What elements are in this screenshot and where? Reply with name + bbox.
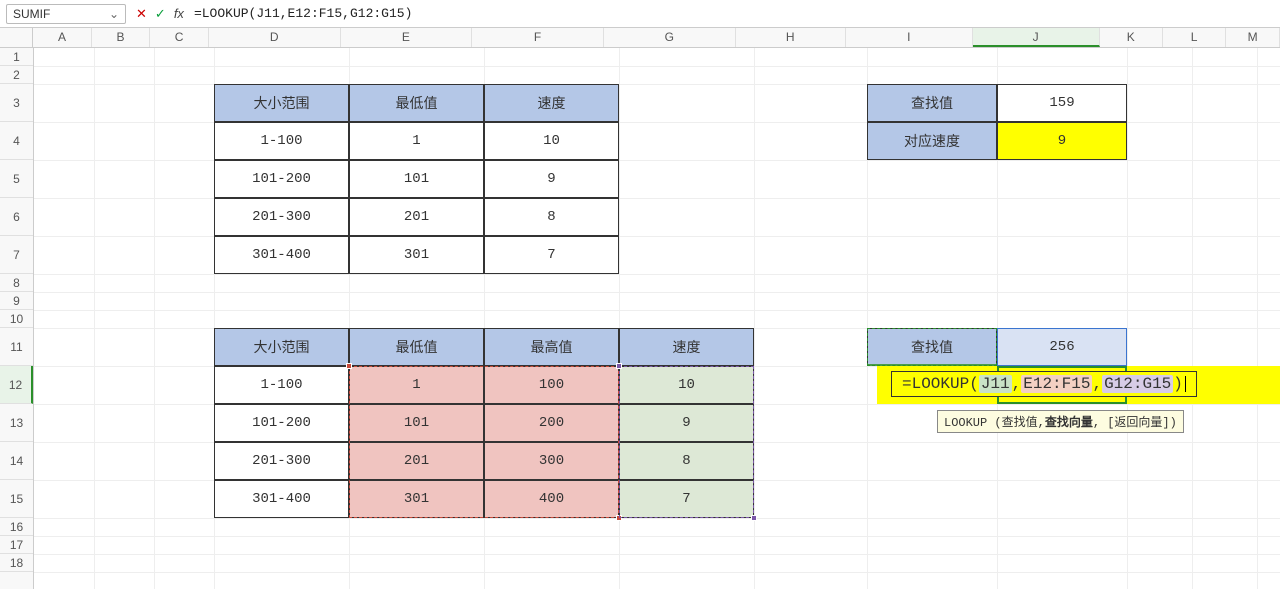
table2-cell[interactable]: 10 [619,366,754,404]
spreadsheet[interactable]: ABCDEFGHIJKLM 12345678910111213141516171… [0,28,1280,589]
row-header-9[interactable]: 9 [0,292,33,310]
row-headers: 123456789101112131415161718 [0,48,34,589]
chevron-down-icon[interactable]: ⌄ [109,7,119,21]
lookup2-label-find: 查找值 [867,328,997,366]
column-header-F[interactable]: F [472,28,604,47]
column-header-L[interactable]: L [1163,28,1226,47]
table2-cell[interactable]: 300 [484,442,619,480]
column-header-J[interactable]: J [973,28,1100,47]
fx-icon[interactable]: fx [174,6,184,21]
table1-cell[interactable]: 9 [484,160,619,198]
formula-overlay[interactable]: =LOOKUP(J11,E12:F15,G12:G15) [891,371,1197,397]
column-header-H[interactable]: H [736,28,846,47]
lookup1-value-result[interactable]: 9 [997,122,1127,160]
row-header-16[interactable]: 16 [0,518,33,536]
accept-formula-icon[interactable]: ✓ [155,6,166,22]
table2-cell[interactable]: 7 [619,480,754,518]
formula-arg-g12g15: G12:G15 [1102,375,1173,393]
table2-cell[interactable]: 201-300 [214,442,349,480]
table2-cell[interactable]: 200 [484,404,619,442]
table1-cell[interactable]: 201 [349,198,484,236]
column-header-E[interactable]: E [341,28,473,47]
row-header-18[interactable]: 18 [0,554,33,572]
formula-text: =LOOKUP( [902,375,979,393]
row-header-4[interactable]: 4 [0,122,33,160]
row-header-14[interactable]: 14 [0,442,33,480]
select-all-corner[interactable] [0,28,33,47]
table1-cell[interactable]: 1-100 [214,122,349,160]
row-header-2[interactable]: 2 [0,66,33,84]
row-header-13[interactable]: 13 [0,404,33,442]
column-headers: ABCDEFGHIJKLM [0,28,1280,48]
cell-canvas[interactable]: 大小范围最低值速度1-100110101-2001019201-30020183… [34,48,1280,589]
column-header-G[interactable]: G [604,28,736,47]
table1-header: 大小范围 [214,84,349,122]
table2-cell[interactable]: 9 [619,404,754,442]
formula-input[interactable] [192,5,1274,22]
table1-header: 速度 [484,84,619,122]
lookup2-value-find[interactable]: 256 [997,328,1127,366]
table2-cell[interactable]: 101 [349,404,484,442]
table2-cell[interactable]: 301-400 [214,480,349,518]
table1-cell[interactable]: 201-300 [214,198,349,236]
row-header-6[interactable]: 6 [0,198,33,236]
table2-header: 最低值 [349,328,484,366]
formula-bar: SUMIF ⌄ ✕ ✓ fx [0,0,1280,28]
row-header-8[interactable]: 8 [0,274,33,292]
table2-cell[interactable]: 1-100 [214,366,349,404]
table2-cell[interactable]: 201 [349,442,484,480]
cancel-formula-icon[interactable]: ✕ [136,6,147,22]
table1-cell[interactable]: 301 [349,236,484,274]
row-header-17[interactable]: 17 [0,536,33,554]
lookup1-label-result: 对应速度 [867,122,997,160]
formula-arg-e12f15: E12:F15 [1021,375,1092,393]
table2-cell[interactable]: 400 [484,480,619,518]
table2-header: 最高值 [484,328,619,366]
table2-cell[interactable]: 101-200 [214,404,349,442]
table1-cell[interactable]: 10 [484,122,619,160]
row-header-5[interactable]: 5 [0,160,33,198]
row-header-7[interactable]: 7 [0,236,33,274]
row-header-11[interactable]: 11 [0,328,33,366]
row-header-3[interactable]: 3 [0,84,33,122]
table2-header: 大小范围 [214,328,349,366]
row-header-10[interactable]: 10 [0,310,33,328]
table2-header: 速度 [619,328,754,366]
column-header-D[interactable]: D [209,28,341,47]
table1-cell[interactable]: 101 [349,160,484,198]
formula-buttons: ✕ ✓ fx [136,6,184,22]
lookup1-label-find: 查找值 [867,84,997,122]
row-header-12[interactable]: 12 [0,366,33,404]
row-header-15[interactable]: 15 [0,480,33,518]
name-box-text: SUMIF [13,7,50,21]
table2-cell[interactable]: 1 [349,366,484,404]
column-header-C[interactable]: C [150,28,209,47]
column-header-K[interactable]: K [1100,28,1163,47]
formula-arg-j11: J11 [979,375,1012,393]
name-box[interactable]: SUMIF ⌄ [6,4,126,24]
column-header-M[interactable]: M [1226,28,1280,47]
table1-cell[interactable]: 7 [484,236,619,274]
table2-cell[interactable]: 100 [484,366,619,404]
table2-cell[interactable]: 8 [619,442,754,480]
formula-hint-tooltip: LOOKUP (查找值, 查找向量, [返回向量]) [937,410,1184,433]
table1-cell[interactable]: 101-200 [214,160,349,198]
table1-cell[interactable]: 8 [484,198,619,236]
text-cursor [1185,376,1186,392]
lookup1-value-find[interactable]: 159 [997,84,1127,122]
row-header-1[interactable]: 1 [0,48,33,66]
column-header-B[interactable]: B [92,28,151,47]
table1-cell[interactable]: 301-400 [214,236,349,274]
table1-cell[interactable]: 1 [349,122,484,160]
table1-header: 最低值 [349,84,484,122]
column-header-A[interactable]: A [33,28,92,47]
column-header-I[interactable]: I [846,28,973,47]
table2-cell[interactable]: 301 [349,480,484,518]
